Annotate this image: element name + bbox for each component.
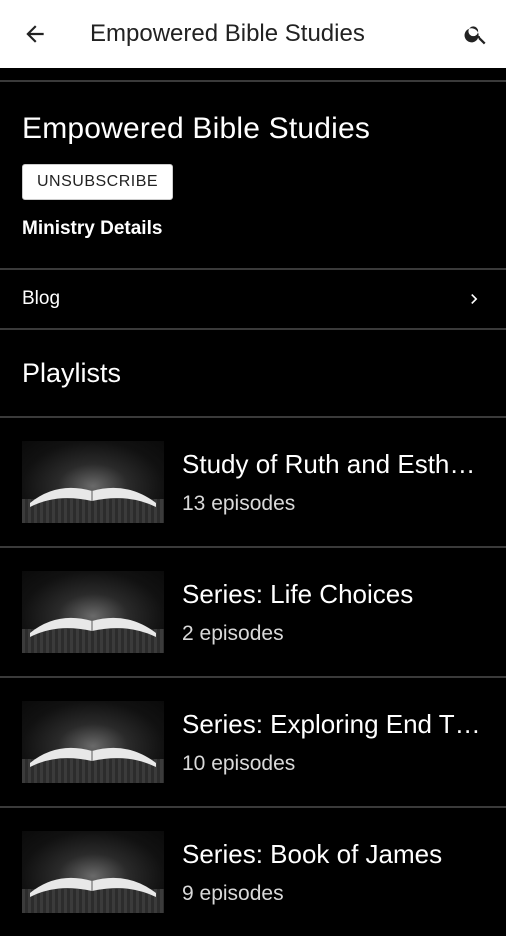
ministry-name: Empowered Bible Studies <box>22 112 371 145</box>
playlist-item[interactable]: Series: Exploring End T… 10 episodes <box>0 676 506 806</box>
episode-count: 10 episodes <box>182 751 296 775</box>
chevron-right-icon <box>471 294 478 304</box>
bible-thumbnail <box>22 701 164 783</box>
ministry-header: Empowered Bible Studies UNSUBSCRIBE Mini… <box>0 84 506 268</box>
ministry-details-label[interactable]: Ministry Details <box>22 218 484 240</box>
playlist-item[interactable]: Series: Life Choices 2 episodes <box>0 546 506 676</box>
arrow-left-icon <box>26 25 44 43</box>
playlist-item[interactable]: Series: Book of James 9 episodes <box>0 806 506 936</box>
open-bible-icon <box>30 877 156 897</box>
open-bible-icon <box>30 747 156 767</box>
playlist-title: Series: Exploring End T… <box>182 708 481 739</box>
blog-link-label: Blog <box>22 288 61 309</box>
playlist-title: Series: Book of James <box>182 838 443 869</box>
playlists-heading: Playlists <box>22 357 122 388</box>
blog-link[interactable]: Blog <box>0 270 506 328</box>
app-bar-title: Empowered Bible Studies <box>90 20 365 47</box>
header-divider <box>0 68 506 82</box>
search-button[interactable] <box>446 0 506 68</box>
episode-count: 13 episodes <box>182 491 296 515</box>
unsubscribe-button[interactable]: UNSUBSCRIBE <box>22 164 174 200</box>
ministry-content: Empowered Bible Studies UNSUBSCRIBE Mini… <box>0 84 506 936</box>
search-icon <box>464 26 486 45</box>
open-bible-icon <box>30 487 156 507</box>
episode-count: 9 episodes <box>182 881 284 905</box>
open-bible-icon <box>30 617 156 637</box>
episode-count: 2 episodes <box>182 621 284 645</box>
bible-thumbnail <box>22 441 164 523</box>
bible-thumbnail <box>22 571 164 653</box>
playlist-title: Series: Life Choices <box>182 578 414 609</box>
bible-thumbnail <box>22 831 164 913</box>
playlist-item[interactable]: Study of Ruth and Esth… 13 episodes <box>0 416 506 546</box>
back-button[interactable] <box>0 0 70 68</box>
playlist-title: Study of Ruth and Esth… <box>182 448 476 479</box>
app-bar: Empowered Bible Studies <box>0 0 506 68</box>
